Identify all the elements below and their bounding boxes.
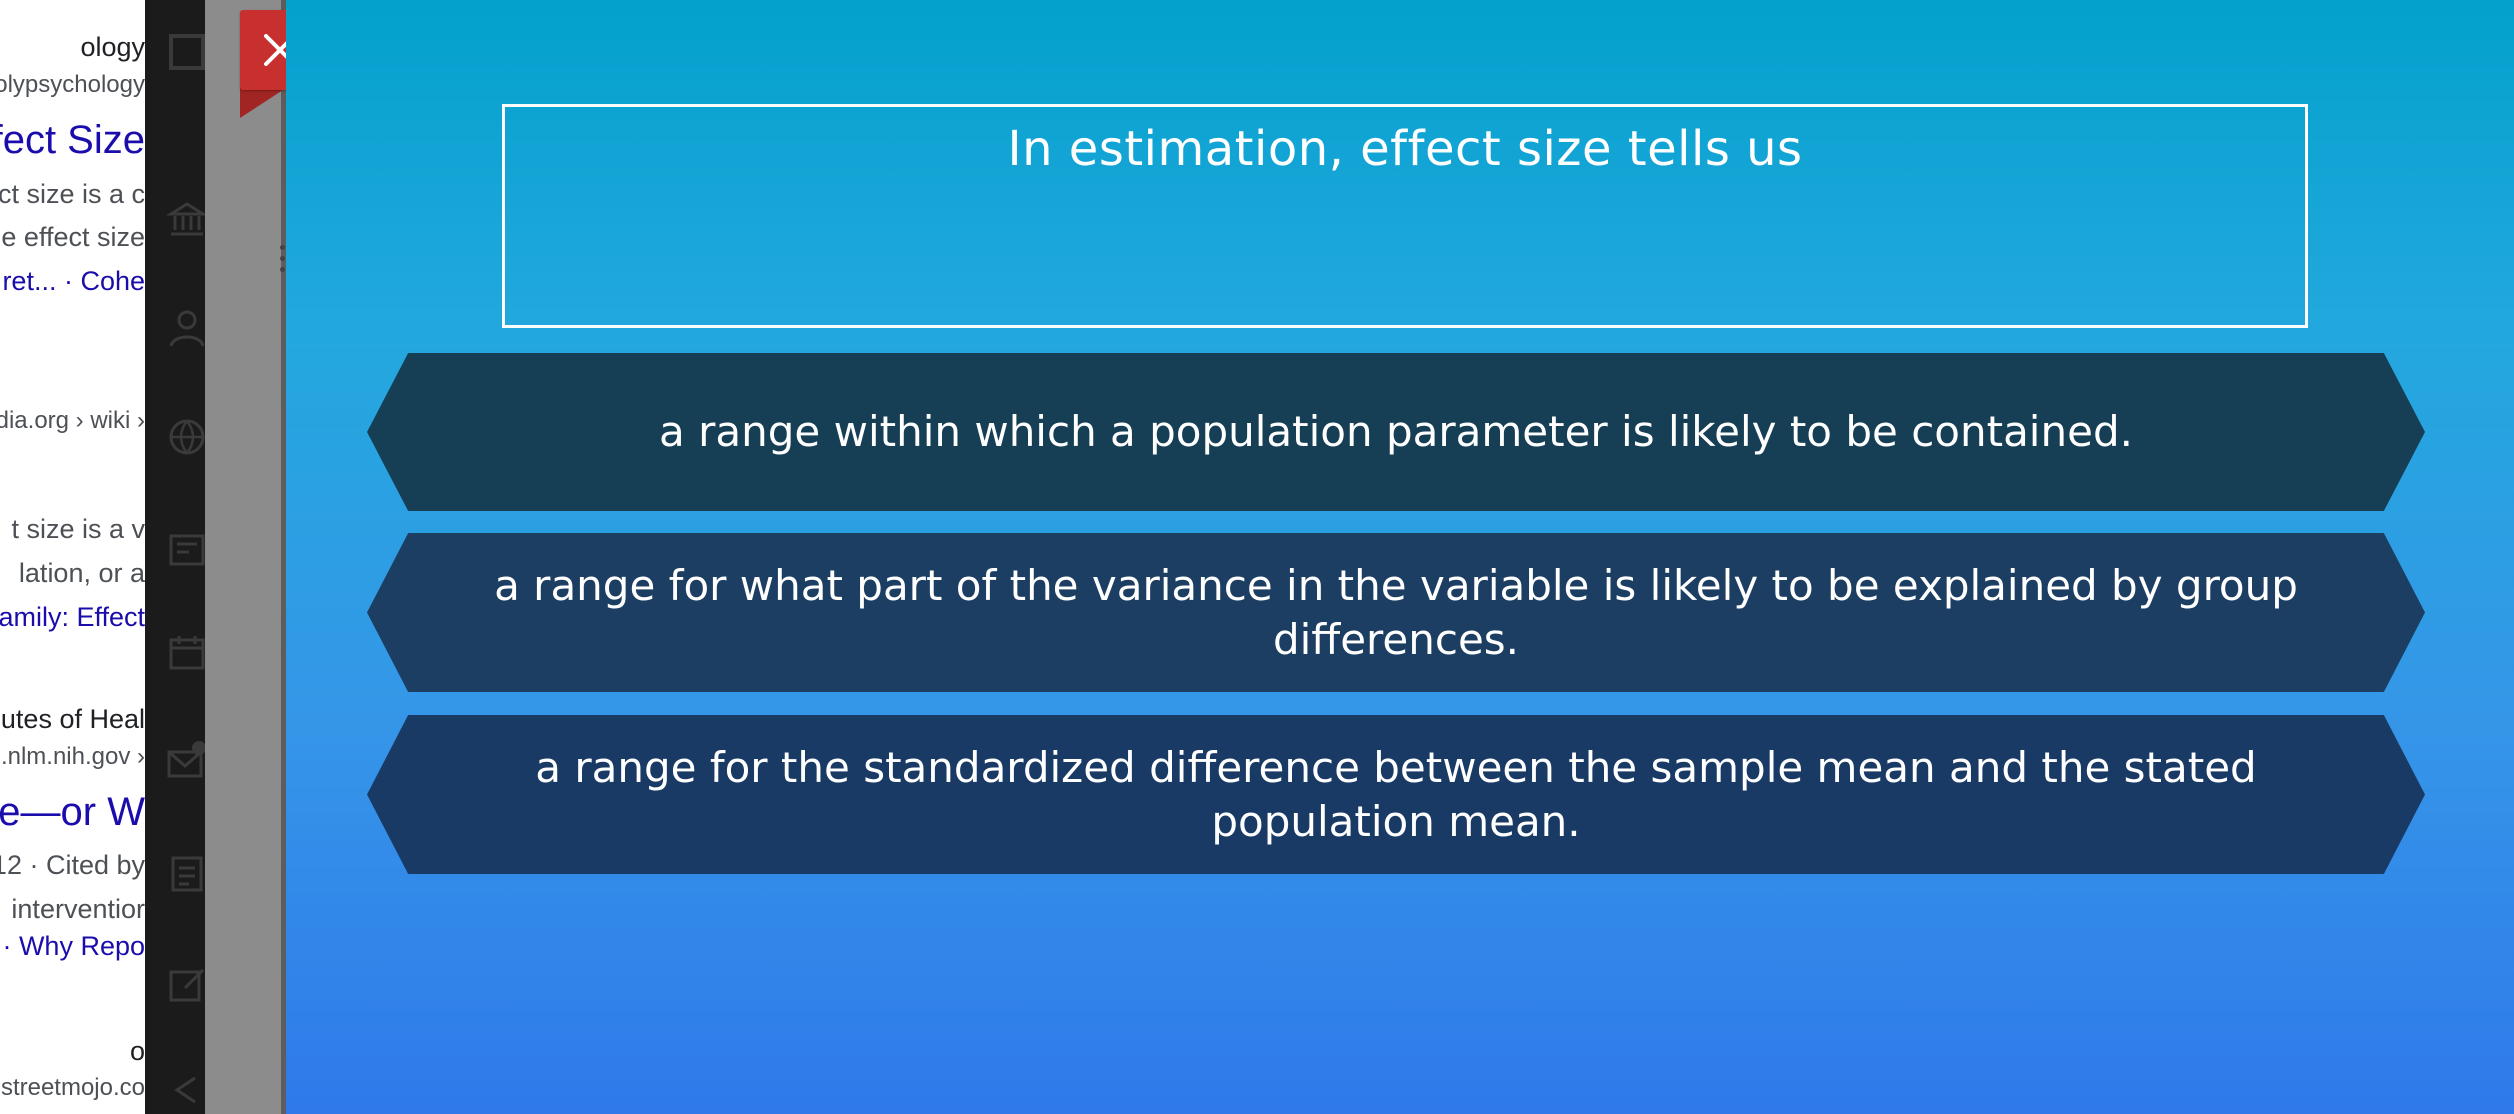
- back-icon[interactable]: [165, 1068, 205, 1112]
- answer-option-1[interactable]: a range within which a population parame…: [367, 353, 2425, 511]
- result-url[interactable]: olypsychology: [0, 73, 145, 97]
- result-source-title: o: [129, 1036, 145, 1066]
- globe-icon[interactable]: [165, 415, 205, 459]
- overlay-panel: [205, 0, 285, 1114]
- quiz-panel: In estimation, effect size tells us a ra…: [286, 0, 2514, 1114]
- result-url[interactable]: streetmojo.co: [1, 1076, 145, 1100]
- result-snippet: ct size is a c: [0, 179, 145, 209]
- result-snippet: lation, or a: [18, 558, 145, 588]
- result-source-title: utes of Heal: [0, 704, 145, 734]
- answer-option-2[interactable]: a range for what part of the variance in…: [367, 533, 2425, 692]
- mail-icon[interactable]: [165, 740, 205, 784]
- answer-option-3[interactable]: a range for the standardized difference …: [367, 715, 2425, 874]
- person-icon[interactable]: [165, 306, 205, 350]
- search-results-strip: ology olypsychology fect Size ct size is…: [0, 0, 145, 1114]
- result-sublinks[interactable]: ret... · Cohe: [2, 268, 145, 295]
- edit-icon[interactable]: [165, 962, 205, 1006]
- result-url[interactable]: dia.org › wiki ›: [0, 409, 145, 433]
- question-box: In estimation, effect size tells us: [502, 104, 2308, 328]
- close-button-tab: [240, 88, 286, 118]
- result-sublinks[interactable]: amily: Effect: [0, 604, 145, 631]
- result-heading-link[interactable]: fect Size: [0, 120, 145, 160]
- result-url[interactable]: .nlm.nih.gov ›: [1, 745, 145, 769]
- calendar-icon[interactable]: [165, 630, 205, 674]
- result-snippet: 12 · Cited by: [0, 850, 145, 880]
- document-icon[interactable]: [165, 852, 205, 896]
- result-snippet: interventior: [11, 894, 145, 924]
- result-snippet: t size is a v: [11, 514, 145, 544]
- result-snippet: e effect size: [1, 222, 145, 252]
- bank-icon[interactable]: [165, 198, 205, 242]
- result-sublinks[interactable]: · Why Repo: [2, 933, 145, 960]
- news-icon[interactable]: [165, 528, 205, 572]
- grid-icon[interactable]: [165, 30, 205, 74]
- result-source-title: ology: [80, 32, 145, 62]
- result-heading-link[interactable]: ize—or W: [0, 792, 145, 832]
- icon-sidebar: [145, 0, 205, 1114]
- question-text: In estimation, effect size tells us: [1007, 121, 1803, 177]
